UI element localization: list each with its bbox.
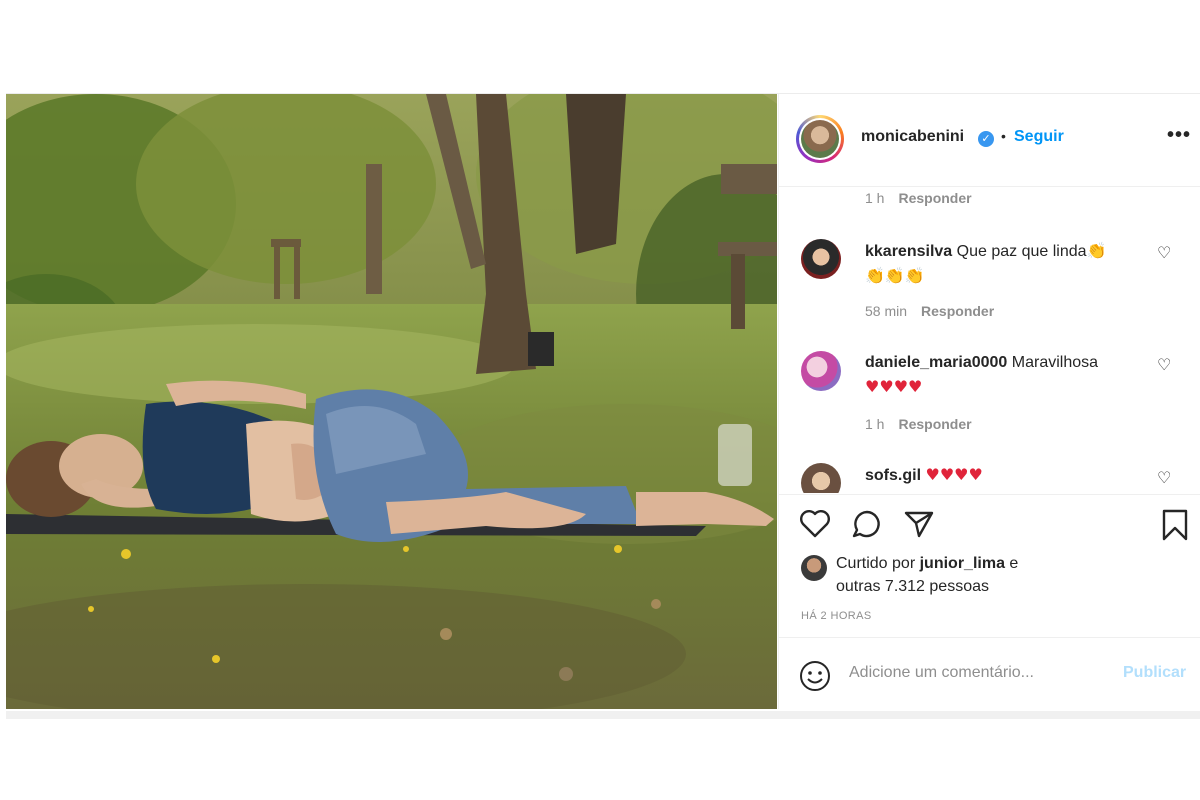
comments-list[interactable]: 1 h Responder kkarensilva Que paz que lin… xyxy=(779,187,1200,493)
verified-badge-icon: ✓ xyxy=(978,131,994,147)
comment-username[interactable]: daniele_maria0000 xyxy=(865,354,1007,371)
comment-meta: 1 h Responder xyxy=(865,416,972,432)
comment-body: Que paz que linda xyxy=(956,243,1087,260)
comment-emoji-line: ♥♥♥♥ xyxy=(925,465,983,484)
heart-icon[interactable] xyxy=(799,509,831,544)
likes-summary[interactable]: Curtido por junior_lima e outras 7.312 p… xyxy=(836,552,1018,598)
follow-button[interactable]: Seguir xyxy=(1014,128,1064,146)
likes-count[interactable]: outras 7.312 pessoas xyxy=(836,578,989,595)
liked-by-user[interactable]: junior_lima xyxy=(920,555,1005,572)
comment-icon[interactable] xyxy=(851,509,883,544)
comment-username[interactable]: kkarensilva xyxy=(865,243,952,260)
photo-illustration xyxy=(6,94,777,709)
share-icon[interactable] xyxy=(903,509,935,544)
post-sidebar: monicabenini ✓ • Seguir ••• 1 h Responder… xyxy=(778,94,1200,709)
post-username[interactable]: monicabenini xyxy=(861,128,964,146)
reply-button[interactable]: Responder xyxy=(898,416,971,432)
profile-avatar[interactable] xyxy=(796,115,844,163)
comment-time: 1 h xyxy=(865,190,885,206)
comment-emoji: 👏 xyxy=(1086,241,1107,260)
bookmark-icon[interactable] xyxy=(1161,509,1189,546)
bottom-strip xyxy=(6,711,1200,719)
comment-meta: 58 min Responder xyxy=(865,303,994,319)
comment-like-heart-icon[interactable]: ♡ xyxy=(1157,243,1171,263)
comment-text: daniele_maria0000 Maravilhosa ♥♥♥♥ xyxy=(865,351,1155,400)
post-timestamp[interactable]: HÁ 2 HORAS xyxy=(801,610,872,622)
reply-button[interactable]: Responder xyxy=(898,190,971,206)
more-options-icon[interactable]: ••• xyxy=(1167,124,1191,147)
liked-by-suffix: e xyxy=(1009,555,1019,572)
comment-time: 1 h xyxy=(865,416,885,432)
emoji-smile-icon[interactable] xyxy=(799,660,831,697)
comment-text: sofs.gil ♥♥♥♥ xyxy=(865,463,1155,488)
comment-avatar[interactable] xyxy=(801,239,841,279)
liked-by-prefix: Curtido por xyxy=(836,555,916,572)
reply-button[interactable]: Responder xyxy=(921,303,994,319)
liker-avatar[interactable] xyxy=(801,555,827,581)
header-separator: • xyxy=(1001,128,1006,144)
post-header: monicabenini ✓ • Seguir ••• xyxy=(779,94,1200,187)
comment-body: Maravilhosa xyxy=(1011,354,1099,371)
comment-like-heart-icon[interactable]: ♡ xyxy=(1157,468,1171,488)
avatar-photo xyxy=(801,120,839,158)
comment-avatar[interactable] xyxy=(801,351,841,391)
comment-time: 58 min xyxy=(865,303,908,319)
comment-like-heart-icon[interactable]: ♡ xyxy=(1157,355,1171,375)
post-photo[interactable] xyxy=(6,94,777,709)
comment-input[interactable] xyxy=(849,660,1109,686)
comment-text: kkarensilva Que paz que linda👏 👏👏👏 xyxy=(865,239,1155,289)
publish-button[interactable]: Publicar xyxy=(1123,664,1186,682)
comment-avatar[interactable] xyxy=(801,463,841,493)
add-comment-bar: Publicar xyxy=(779,637,1200,710)
comment-emoji-line: 👏👏👏 xyxy=(865,266,925,285)
comment-username[interactable]: sofs.gil xyxy=(865,467,921,484)
comment-emoji-line: ♥♥♥♥ xyxy=(865,377,923,396)
comment-meta: 1 h Responder xyxy=(865,190,972,206)
post-actions: Curtido por junior_lima e outras 7.312 p… xyxy=(779,494,1200,636)
